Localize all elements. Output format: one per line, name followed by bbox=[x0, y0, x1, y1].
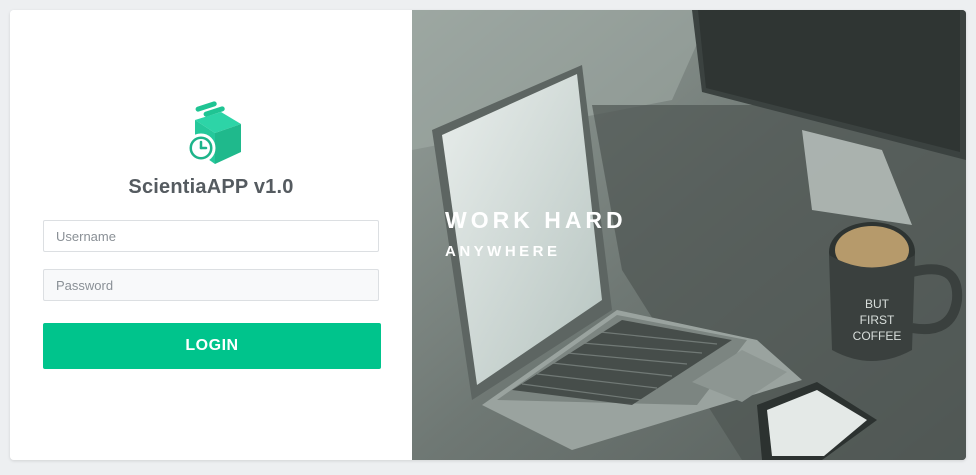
mug-text-line-2: FIRST bbox=[860, 313, 895, 327]
login-card: ScientiaAPP v1.0 LOGIN bbox=[10, 10, 966, 460]
hero-image-panel: BUT FIRST COFFEE WORK HARD ANYWHERE bbox=[412, 10, 966, 460]
app-title: ScientiaAPP v1.0 bbox=[128, 176, 294, 198]
mug-text-line-3: COFFEE bbox=[853, 329, 902, 343]
login-button[interactable]: LOGIN bbox=[43, 323, 381, 369]
laptop-desk-photo: BUT FIRST COFFEE bbox=[412, 10, 966, 460]
clock-box-icon bbox=[186, 101, 241, 164]
hero-subline: ANYWHERE bbox=[445, 243, 561, 260]
login-panel: ScientiaAPP v1.0 LOGIN bbox=[10, 10, 412, 460]
username-input[interactable] bbox=[43, 220, 379, 252]
password-input[interactable] bbox=[43, 269, 379, 301]
hero-headline: WORK HARD bbox=[445, 207, 627, 233]
mug-text-line-1: BUT bbox=[865, 297, 890, 311]
